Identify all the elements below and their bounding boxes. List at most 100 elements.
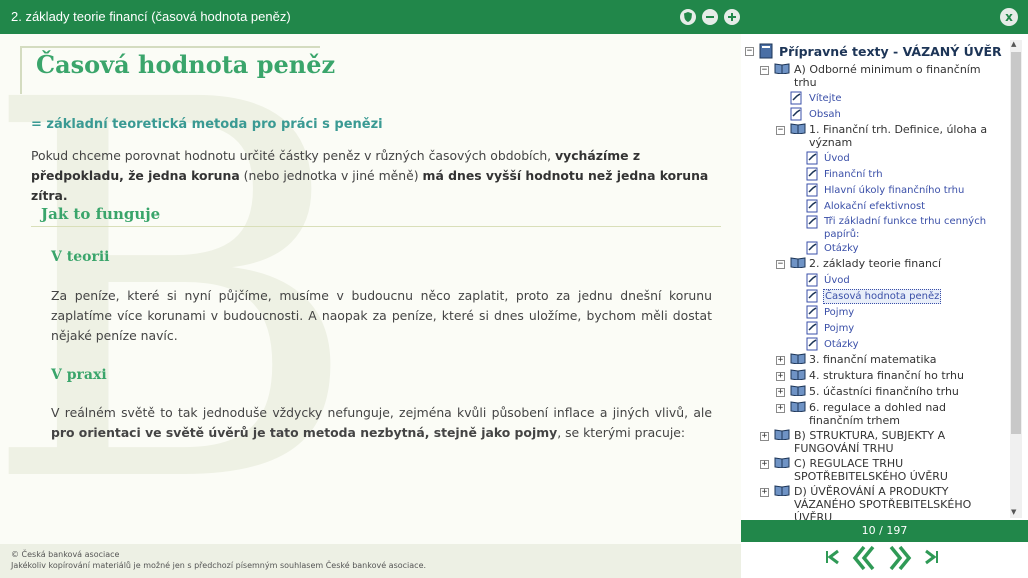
toc-section-a-line1: A) Odborné minimum o finančním: [794, 63, 981, 76]
plus-icon[interactable]: [724, 9, 740, 25]
toc-ch1-item[interactable]: Hlavní úkoly finančního trhu: [824, 184, 964, 197]
collapse-icon[interactable]: −: [745, 47, 754, 56]
practice-bold: pro orientaci ve světě úvěrů je tato met…: [51, 425, 558, 440]
content-area: B Časová hodnota peněz = základní teoret…: [0, 34, 741, 544]
book-open-icon: [774, 63, 790, 74]
toc-chapter-2[interactable]: 2. základy teorie financí: [809, 257, 941, 270]
toc-ch2-item[interactable]: Úvod: [824, 274, 850, 287]
page-counter: 10 / 197: [741, 520, 1028, 542]
toc-ch1-item[interactable]: Finanční trh: [824, 168, 883, 181]
toc-ch2-item[interactable]: Pojmy: [824, 322, 854, 335]
book-open-icon: [790, 401, 806, 412]
intro-paragraph: Pokud chceme porovnat hodnotu určité čás…: [31, 146, 711, 206]
toc-section-c-line2: SPOTŘEBITELSKÉHO ÚVĚRU: [794, 470, 948, 483]
expand-icon[interactable]: +: [760, 460, 769, 469]
toc-ch2-item[interactable]: Pojmy: [824, 306, 854, 319]
footer-copyright: © Česká banková asociace: [11, 550, 120, 559]
practice-heading: V praxi: [51, 367, 107, 383]
expand-icon[interactable]: +: [776, 388, 785, 397]
title-bar: 2. základy teorie financí (časová hodnot…: [0, 0, 1028, 34]
section-divider: [31, 226, 721, 227]
book-open-icon: [790, 369, 806, 380]
book-open-icon: [790, 385, 806, 396]
toc-chapter-1[interactable]: 1. Finanční trh. Definice, úloha a význa…: [809, 123, 987, 149]
footer: © Česká banková asociace Jakékoliv kopír…: [0, 544, 741, 578]
collapse-icon[interactable]: −: [776, 126, 785, 135]
toc-scrollbar-thumb[interactable]: [1011, 52, 1021, 434]
toc-root[interactable]: Přípravné texty - VÁZANÝ ÚVĚR: [779, 45, 1002, 58]
toc-ch1-item[interactable]: Úvod: [824, 152, 850, 165]
close-icon: x: [1005, 10, 1013, 24]
minus-icon[interactable]: [702, 9, 718, 25]
last-page-icon[interactable]: [925, 548, 939, 570]
expand-icon[interactable]: +: [776, 372, 785, 381]
toc-chapter-5[interactable]: 5. účastníci finančního trhu: [809, 385, 959, 398]
toc-tree: − Přípravné texty - VÁZANÝ ÚVĚR − A) Odb…: [741, 34, 1028, 520]
toc-chapter-6[interactable]: 6. regulace a dohled nad finančním trhem: [809, 401, 946, 427]
toc-chapter-6-line2: finančním trhem: [809, 414, 900, 427]
toc-section-d[interactable]: D) ÚVĚROVÁNÍ A PRODUKTY VÁZANÉHO SPOTŘEB…: [794, 485, 971, 520]
document-icon: [790, 91, 802, 105]
document-icon: [806, 151, 818, 165]
page-subtitle: = základní teoretická metoda pro práci s…: [31, 117, 383, 132]
window-title: 2. základy teorie financí (časová hodnot…: [11, 9, 291, 24]
expand-icon[interactable]: +: [760, 432, 769, 441]
book-closed-icon: [759, 43, 773, 59]
first-page-icon[interactable]: [825, 548, 839, 570]
close-button[interactable]: x: [1000, 8, 1018, 26]
toc-ch1-item5-line2: papírů:: [824, 229, 860, 240]
practice-paragraph: V reálném světě to tak jednoduše vždycky…: [51, 403, 712, 443]
document-icon: [806, 199, 818, 213]
next-page-icon[interactable]: [887, 544, 913, 576]
document-icon: [806, 273, 818, 287]
toc-chapter-1-line1: 1. Finanční trh. Definice, úloha a: [809, 123, 988, 136]
toc-ch1-item[interactable]: Alokační efektivnost: [824, 200, 925, 213]
book-open-icon: [774, 457, 790, 468]
toc-chapter-3[interactable]: 3. finanční matematika: [809, 353, 936, 366]
book-open-icon: [774, 485, 790, 496]
book-open-icon: [790, 257, 806, 268]
footer-notice: Jakékoliv kopírování materiálů je možné …: [11, 561, 427, 570]
section-heading: Jak to funguje: [41, 205, 161, 223]
page-title: Časová hodnota peněz: [36, 50, 336, 79]
toc-ch2-item-selected[interactable]: Časová hodnota peněz: [823, 289, 942, 304]
toc-chapter-6-line1: 6. regulace a dohled nad: [809, 401, 947, 414]
book-open-icon: [790, 353, 806, 364]
toc-section-d-line2: VÁZANÉHO SPOTŘEBITELSKÉHO: [794, 498, 972, 511]
document-icon: [806, 215, 818, 229]
toc-ch2-item[interactable]: Otázky: [824, 338, 859, 351]
toc-item-vitejte[interactable]: Vítejte: [809, 92, 842, 105]
collapse-icon[interactable]: −: [776, 260, 785, 269]
shield-icon[interactable]: [680, 9, 696, 25]
document-icon: [806, 321, 818, 335]
expand-icon[interactable]: +: [776, 356, 785, 365]
scroll-down-icon[interactable]: ▼: [1011, 508, 1016, 516]
navigation-bar: [741, 542, 1028, 578]
toc-ch1-otazky[interactable]: Otázky: [824, 242, 859, 255]
expand-icon[interactable]: +: [776, 404, 785, 413]
document-icon: [806, 305, 818, 319]
toc-chapter-4[interactable]: 4. struktura finanční ho trhu: [809, 369, 964, 382]
document-icon: [806, 337, 818, 351]
toc-ch1-item[interactable]: Tři základní funkce trhu cenných papírů:: [824, 215, 986, 241]
intro-text-1: Pokud chceme porovnat hodnotu určité čás…: [31, 148, 556, 163]
document-icon: [806, 167, 818, 181]
intro-text-2: (nebo jednotka v jiné měně): [239, 168, 423, 183]
document-icon: [806, 241, 818, 255]
collapse-icon[interactable]: −: [760, 66, 769, 75]
scroll-up-icon[interactable]: ▲: [1011, 40, 1016, 48]
document-icon: [806, 289, 818, 303]
document-icon: [790, 107, 802, 121]
previous-page-icon[interactable]: [851, 544, 877, 576]
practice-text-1: V reálném světě to tak jednoduše vždycky…: [51, 405, 712, 420]
toc-section-d-line1: D) ÚVĚROVÁNÍ A PRODUKTY: [794, 485, 949, 498]
theory-heading: V teorii: [51, 249, 110, 265]
toc-section-c[interactable]: C) REGULACE TRHU SPOTŘEBITELSKÉHO ÚVĚRU: [794, 457, 948, 483]
toc-section-a[interactable]: A) Odborné minimum o finančním trhu: [794, 63, 981, 89]
book-open-icon: [790, 123, 806, 134]
expand-icon[interactable]: +: [760, 488, 769, 497]
toc-section-d-line3: ÚVĚRU: [794, 511, 833, 520]
toc-section-b[interactable]: B) STRUKTURA, SUBJEKTY A FUNGOVÁNÍ TRHU: [794, 429, 945, 455]
toc-item-obsah[interactable]: Obsah: [809, 108, 841, 121]
toc-section-b-line2: FUNGOVÁNÍ TRHU: [794, 442, 894, 455]
